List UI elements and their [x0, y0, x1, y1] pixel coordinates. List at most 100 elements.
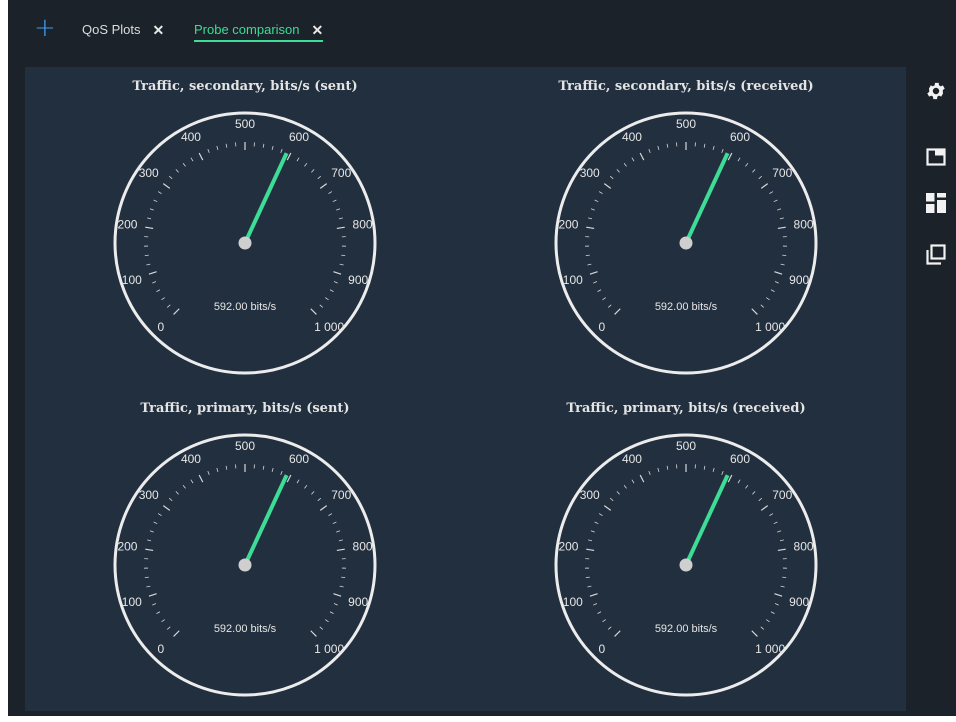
window-edge-bottom: [0, 716, 956, 722]
gauge: Traffic, secondary, bits/s (received) 01…: [466, 67, 906, 389]
window-edge-left: [0, 0, 8, 722]
minor-tick: [325, 297, 329, 301]
add-tab-button[interactable]: +: [34, 15, 56, 41]
tick-label: 100: [563, 273, 583, 287]
major-tick: [586, 226, 595, 230]
minor-tick: [144, 576, 149, 579]
tick-label: 600: [289, 130, 309, 144]
gauge-dial: 0 100 200 300 400 500 600 700 800 900 1 000 592.00 …: [554, 433, 818, 697]
major-tick: [589, 271, 598, 275]
minor-tick: [769, 191, 774, 194]
tick-label: 900: [789, 595, 809, 609]
minor-tick: [779, 217, 784, 220]
tick-label: 800: [794, 539, 814, 553]
minor-tick: [721, 148, 724, 153]
major-tick: [173, 308, 180, 315]
duplicate-icon[interactable]: [926, 244, 946, 265]
major-tick: [777, 548, 786, 552]
tab-probe-comparison[interactable]: Probe comparison ✕: [194, 18, 324, 42]
minor-tick: [333, 281, 338, 284]
major-tick: [162, 183, 171, 189]
minor-tick: [712, 467, 715, 472]
minor-tick: [280, 470, 283, 475]
major-tick: [333, 271, 342, 275]
minor-tick: [774, 281, 779, 284]
minor-tick: [752, 491, 756, 495]
minor-tick: [760, 304, 765, 308]
major-tick: [319, 183, 328, 189]
minor-tick: [271, 467, 274, 472]
gauge-readout: 592.00 bits/s: [214, 301, 277, 313]
tab-qos-plots[interactable]: QoS Plots ✕: [82, 18, 164, 48]
tick-label: 500: [676, 117, 696, 131]
minor-tick: [339, 263, 344, 266]
minor-tick: [666, 143, 669, 148]
major-tick: [760, 183, 769, 189]
minor-tick: [225, 143, 228, 148]
minor-tick: [329, 611, 334, 615]
minor-tick: [338, 217, 343, 220]
dashboard-layout-icon[interactable]: [926, 193, 946, 213]
minor-tick: [157, 191, 162, 194]
gauge-needle: [684, 474, 730, 566]
tick-label: 400: [181, 130, 201, 144]
minor-tick: [587, 263, 592, 266]
minor-tick: [607, 626, 612, 630]
major-tick: [198, 474, 204, 483]
plus-icon: +: [34, 13, 56, 43]
gauge-readout: 592.00 bits/s: [214, 623, 277, 635]
major-tick: [751, 630, 758, 637]
tick-label: 400: [622, 130, 642, 144]
gear-icon[interactable]: [925, 80, 947, 102]
minor-tick: [703, 465, 706, 470]
minor-tick: [609, 497, 614, 502]
minor-tick: [657, 467, 660, 472]
tab-label: Probe comparison: [194, 22, 300, 37]
gauge-dial: 0 100 200 300 400 500 600 700 800 900 1 000 592.00 …: [554, 111, 818, 375]
window-icon[interactable]: [926, 148, 946, 166]
tick-label: 300: [580, 166, 600, 180]
major-tick: [639, 474, 645, 483]
close-icon[interactable]: ✕: [153, 18, 165, 42]
minor-tick: [325, 619, 329, 623]
tick-label: 200: [117, 539, 137, 553]
tick-label: 800: [353, 539, 373, 553]
minor-tick: [758, 497, 763, 502]
tab-bar: + QoS Plots ✕ Probe comparison ✕: [8, 0, 956, 58]
minor-tick: [328, 513, 333, 516]
tick-label: 800: [353, 217, 373, 231]
minor-tick: [190, 157, 194, 162]
tick-label: 200: [558, 539, 578, 553]
major-tick: [614, 308, 621, 315]
minor-tick: [616, 491, 620, 495]
minor-tick: [304, 162, 308, 167]
close-icon[interactable]: ✕: [312, 18, 324, 42]
gauge-readout: 592.00 bits/s: [655, 301, 718, 313]
minor-tick: [777, 530, 782, 533]
minor-tick: [712, 145, 715, 150]
major-tick: [586, 548, 595, 552]
tick-label: 300: [139, 166, 159, 180]
minor-tick: [594, 521, 599, 525]
minor-tick: [262, 465, 265, 470]
tick-label: 100: [122, 595, 142, 609]
tick-label: 100: [563, 595, 583, 609]
minor-tick: [648, 470, 651, 475]
tab-label: QoS Plots: [82, 22, 141, 37]
minor-tick: [779, 539, 784, 542]
minor-tick: [585, 254, 590, 257]
minor-tick: [175, 491, 179, 495]
minor-tick: [319, 626, 324, 630]
minor-tick: [262, 143, 265, 148]
tick-label: 1 000: [755, 642, 785, 656]
minor-tick: [780, 585, 785, 588]
minor-tick: [168, 175, 173, 180]
minor-tick: [147, 539, 152, 542]
minor-tick: [703, 143, 706, 148]
minor-tick: [216, 467, 219, 472]
minor-tick: [156, 289, 161, 293]
gauge-readout: 592.00 bits/s: [655, 623, 718, 635]
minor-tick: [588, 539, 593, 542]
major-tick: [145, 226, 154, 230]
tick-label: 500: [235, 439, 255, 453]
